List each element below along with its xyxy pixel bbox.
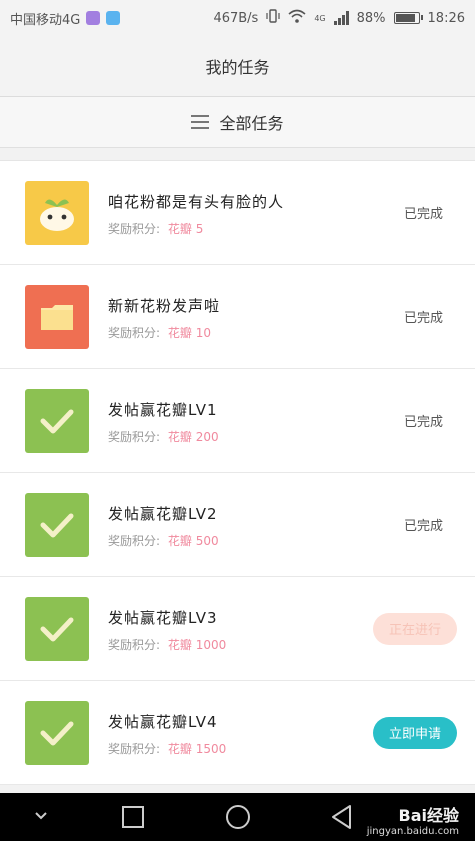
reward-value: 花瓣 500 [167, 534, 219, 548]
network-type: 4G [314, 13, 326, 23]
reward-label: 奖励积分: [108, 534, 161, 548]
checkmark-icon [25, 596, 89, 661]
task-list: 咱花粉都是有头有脸的人 奖励积分: 花瓣 5 已完成 新新花粉发声啦 奖励积分:… [0, 160, 475, 785]
wifi-icon [288, 9, 306, 27]
reward-value: 花瓣 5 [167, 222, 204, 236]
home-icon[interactable] [224, 803, 252, 835]
navigation-bar: Bai经验 jingyan.baidu.com [0, 793, 475, 841]
mascot-icon [25, 180, 89, 245]
folder-icon [25, 284, 89, 349]
filter-label: 全部任务 [219, 114, 284, 133]
baidu-watermark: Bai经验 jingyan.baidu.com [367, 802, 459, 837]
task-status: 已完成 [403, 415, 443, 430]
task-title: 新新花粉发声啦 [108, 297, 221, 315]
reward-value: 花瓣 200 [167, 430, 219, 444]
reward-label: 奖励积分: [108, 326, 161, 340]
reward-value: 花瓣 1500 [167, 742, 227, 756]
gallery-notification-icon [86, 11, 101, 25]
status-bar: 中国移动4G 467B/s 4G 88% 18:26 [0, 0, 475, 36]
app-notification-icon [106, 11, 121, 25]
task-filter[interactable]: 全部任务 [0, 97, 475, 148]
reward-value: 花瓣 1000 [167, 638, 227, 652]
task-item[interactable]: 发帖赢花瓣LV2 奖励积分: 花瓣 500 已完成 [0, 473, 475, 577]
battery-percent: 88% [356, 10, 386, 26]
checkmark-icon [25, 388, 89, 453]
task-title: 咱花粉都是有头有脸的人 [108, 193, 285, 211]
task-title: 发帖赢花瓣LV1 [108, 401, 218, 419]
in-progress-button[interactable]: 正在进行 [373, 612, 457, 645]
task-item[interactable]: 发帖赢花瓣LV1 奖励积分: 花瓣 200 已完成 [0, 369, 475, 473]
reward-value: 花瓣 10 [167, 326, 211, 340]
carrier-label: 中国移动4G [10, 12, 81, 28]
task-item[interactable]: 发帖赢花瓣LV4 奖励积分: 花瓣 1500 立即申请 [0, 681, 475, 785]
clock: 18:26 [427, 10, 465, 26]
apply-now-button[interactable]: 立即申请 [373, 716, 457, 749]
page-header: 我的任务 [0, 36, 475, 97]
battery-icon [393, 12, 423, 24]
back-icon[interactable] [330, 804, 354, 834]
vibrate-icon [266, 9, 280, 27]
task-item[interactable]: 咱花粉都是有头有脸的人 奖励积分: 花瓣 5 已完成 [0, 161, 475, 265]
checkmark-icon [25, 700, 89, 765]
task-title: 发帖赢花瓣LV4 [108, 713, 218, 731]
checkmark-icon [25, 492, 89, 557]
watermark-brand: Bai经验 [398, 806, 459, 825]
reward-label: 奖励积分: [108, 638, 161, 652]
chevron-down-icon[interactable] [32, 807, 50, 829]
watermark-url: jingyan.baidu.com [366, 826, 459, 837]
recent-apps-icon[interactable] [121, 805, 145, 833]
signal-icon [333, 11, 349, 25]
task-status: 已完成 [403, 207, 443, 222]
task-item[interactable]: 新新花粉发声啦 奖励积分: 花瓣 10 已完成 [0, 265, 475, 369]
task-title: 发帖赢花瓣LV2 [108, 505, 218, 523]
task-item[interactable]: 发帖赢花瓣LV3 奖励积分: 花瓣 1000 正在进行 [0, 577, 475, 681]
reward-label: 奖励积分: [108, 222, 161, 236]
page-title: 我的任务 [205, 58, 270, 77]
reward-label: 奖励积分: [108, 430, 161, 444]
list-menu-icon [191, 115, 210, 129]
task-status: 已完成 [403, 519, 443, 534]
task-title: 发帖赢花瓣LV3 [108, 609, 218, 627]
network-speed: 467B/s [213, 10, 259, 26]
reward-label: 奖励积分: [108, 742, 161, 756]
task-status: 已完成 [403, 311, 443, 326]
